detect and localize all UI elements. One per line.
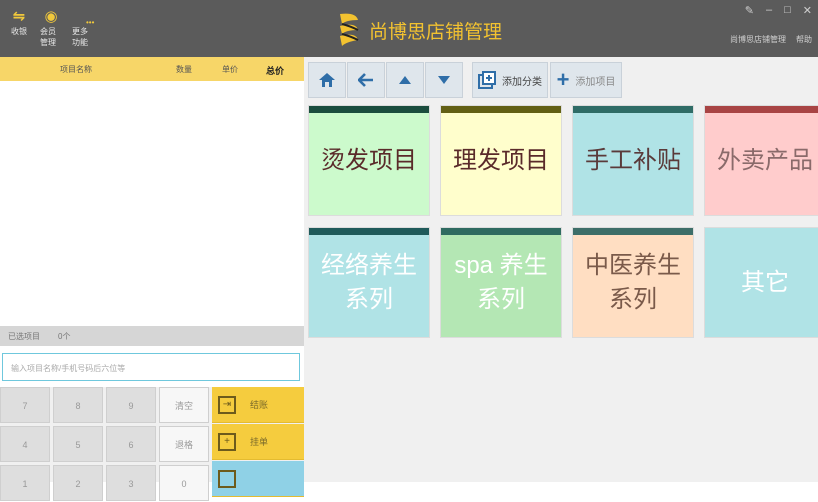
category-tile-label: 经络养生系列 — [321, 251, 417, 313]
order-table-header: 项目名称 数量 单价 总价 — [0, 57, 304, 81]
key-3[interactable]: 3 — [106, 465, 156, 501]
titlebar-dots: ••• — [86, 18, 95, 27]
add-category-label: 添加分类 — [502, 76, 542, 88]
titlebar-links: 尚博思店铺管理 帮助 — [730, 34, 812, 45]
help-link[interactable]: 帮助 — [796, 34, 812, 45]
checkout-icon: ⇥ — [218, 395, 236, 414]
cashier-button[interactable]: ⇋ 收银 — [8, 8, 30, 48]
search-input[interactable]: 输入项目名称/手机号码后六位等 — [2, 353, 300, 381]
hold-order-button[interactable]: + 挂单 — [212, 424, 304, 460]
other-icon — [218, 469, 236, 488]
checkout-label: 结账 — [250, 400, 269, 410]
window-controls: ✎ – □ ✕ — [745, 4, 812, 17]
member-button[interactable]: ◉ 会员管理 — [40, 8, 62, 48]
key-0[interactable]: 0 — [159, 465, 209, 501]
minimize-icon[interactable]: – — [766, 4, 772, 17]
home-icon — [319, 73, 335, 87]
close-icon[interactable]: ✕ — [803, 4, 812, 17]
category-tile-stripe — [705, 228, 818, 235]
category-tile-stripe — [705, 106, 818, 113]
category-tile-stripe — [573, 228, 693, 235]
selected-count-label: 已选项目 — [8, 331, 40, 341]
key-2[interactable]: 2 — [53, 465, 103, 501]
category-tile[interactable]: 中医养生系列 — [572, 227, 694, 338]
category-tile[interactable]: 经络养生系列 — [308, 227, 430, 338]
key-clear[interactable]: 清空 — [159, 387, 209, 423]
key-1[interactable]: 1 — [0, 465, 50, 501]
hold-label: 挂单 — [250, 437, 269, 447]
category-tile-label: 理发项目 — [453, 146, 549, 174]
key-7[interactable]: 7 — [0, 387, 50, 423]
order-panel: 项目名称 数量 单价 总价 已选项目 0个 输入项目名称/手机号码后六位等 7 … — [0, 57, 307, 501]
cashier-label: 收银 — [11, 27, 27, 36]
up-icon — [399, 76, 411, 84]
summary-bar: 已选项目 0个 — [0, 326, 304, 346]
add-item-label: 添加项目 — [575, 76, 616, 88]
app-logo-icon — [340, 13, 359, 46]
home-button[interactable] — [308, 62, 346, 98]
other-action-button[interactable] — [212, 461, 304, 497]
add-item-button[interactable]: + 添加项目 — [550, 62, 622, 98]
add-category-button[interactable]: 添加分类 — [472, 62, 548, 98]
category-tile-stripe — [309, 228, 429, 235]
back-arrow-icon — [358, 73, 373, 87]
category-toolbar: 添加分类 + 添加项目 — [304, 57, 818, 103]
keypad: 7 8 9 清空 4 5 6 退格 1 2 3 0 ⇥ 结账 + 挂单 — [0, 387, 304, 501]
more-label: 更多功能 — [72, 27, 88, 47]
add-category-icon — [478, 71, 496, 89]
member-icon: ◉ — [44, 8, 58, 25]
page-up-button[interactable] — [386, 62, 424, 98]
app-title: 尚博思店铺管理 — [369, 22, 503, 43]
title-bar: ⇋ 收银 ◉ 会员管理 更多功能 ••• 尚博思店铺管理 ✎ – □ ✕ 尚博思… — [0, 0, 818, 57]
category-tile[interactable]: 其它 — [704, 227, 818, 338]
selected-count-value: 0个 — [58, 331, 71, 341]
key-5[interactable]: 5 — [53, 426, 103, 462]
more-button[interactable]: 更多功能 — [72, 8, 94, 48]
category-tile[interactable]: 外卖产品 — [704, 105, 818, 216]
category-tile-stripe — [573, 106, 693, 113]
key-8[interactable]: 8 — [53, 387, 103, 423]
maximize-icon[interactable]: □ — [784, 4, 791, 17]
category-tile-stripe — [309, 106, 429, 113]
category-tile[interactable]: 理发项目 — [440, 105, 562, 216]
key-6[interactable]: 6 — [106, 426, 156, 462]
category-tile-label: 外卖产品 — [717, 146, 813, 174]
settings-icon[interactable]: ✎ — [745, 4, 754, 17]
col-item-name: 项目名称 — [60, 65, 92, 74]
shop-name-link[interactable]: 尚博思店铺管理 — [730, 34, 786, 45]
cash-icon: ⇋ — [12, 8, 26, 25]
category-tile-stripe — [441, 228, 561, 235]
titlebar-nav: ⇋ 收银 ◉ 会员管理 更多功能 — [8, 8, 94, 48]
category-tile-label: 中医养生系列 — [585, 251, 681, 313]
page-down-button[interactable] — [425, 62, 463, 98]
category-tile[interactable]: 手工补贴 — [572, 105, 694, 216]
col-total: 总价 — [266, 66, 285, 76]
category-tile-label: 手工补贴 — [585, 146, 681, 174]
category-tile-stripe — [441, 106, 561, 113]
col-price: 单价 — [222, 65, 238, 74]
hold-icon: + — [218, 432, 236, 451]
category-tile[interactable]: spa 养生系列 — [440, 227, 562, 338]
category-tile-label: spa 养生系列 — [454, 251, 548, 313]
checkout-button[interactable]: ⇥ 结账 — [212, 387, 304, 423]
key-backspace[interactable]: 退格 — [159, 426, 209, 462]
add-item-icon: + — [556, 67, 570, 92]
category-tile-label: 烫发项目 — [321, 146, 417, 174]
col-quantity: 数量 — [176, 65, 192, 74]
back-button[interactable] — [347, 62, 385, 98]
key-4[interactable]: 4 — [0, 426, 50, 462]
category-tile[interactable]: 烫发项目 — [308, 105, 430, 216]
key-9[interactable]: 9 — [106, 387, 156, 423]
down-icon — [438, 76, 450, 84]
order-list[interactable] — [0, 81, 304, 326]
category-panel: 添加分类 + 添加项目 烫发项目 理发项目 手工补贴 外卖产品经络养生系列 spa 养生… — [304, 57, 818, 482]
category-tile-label: 其它 — [741, 268, 789, 296]
member-label: 会员管理 — [40, 27, 56, 47]
